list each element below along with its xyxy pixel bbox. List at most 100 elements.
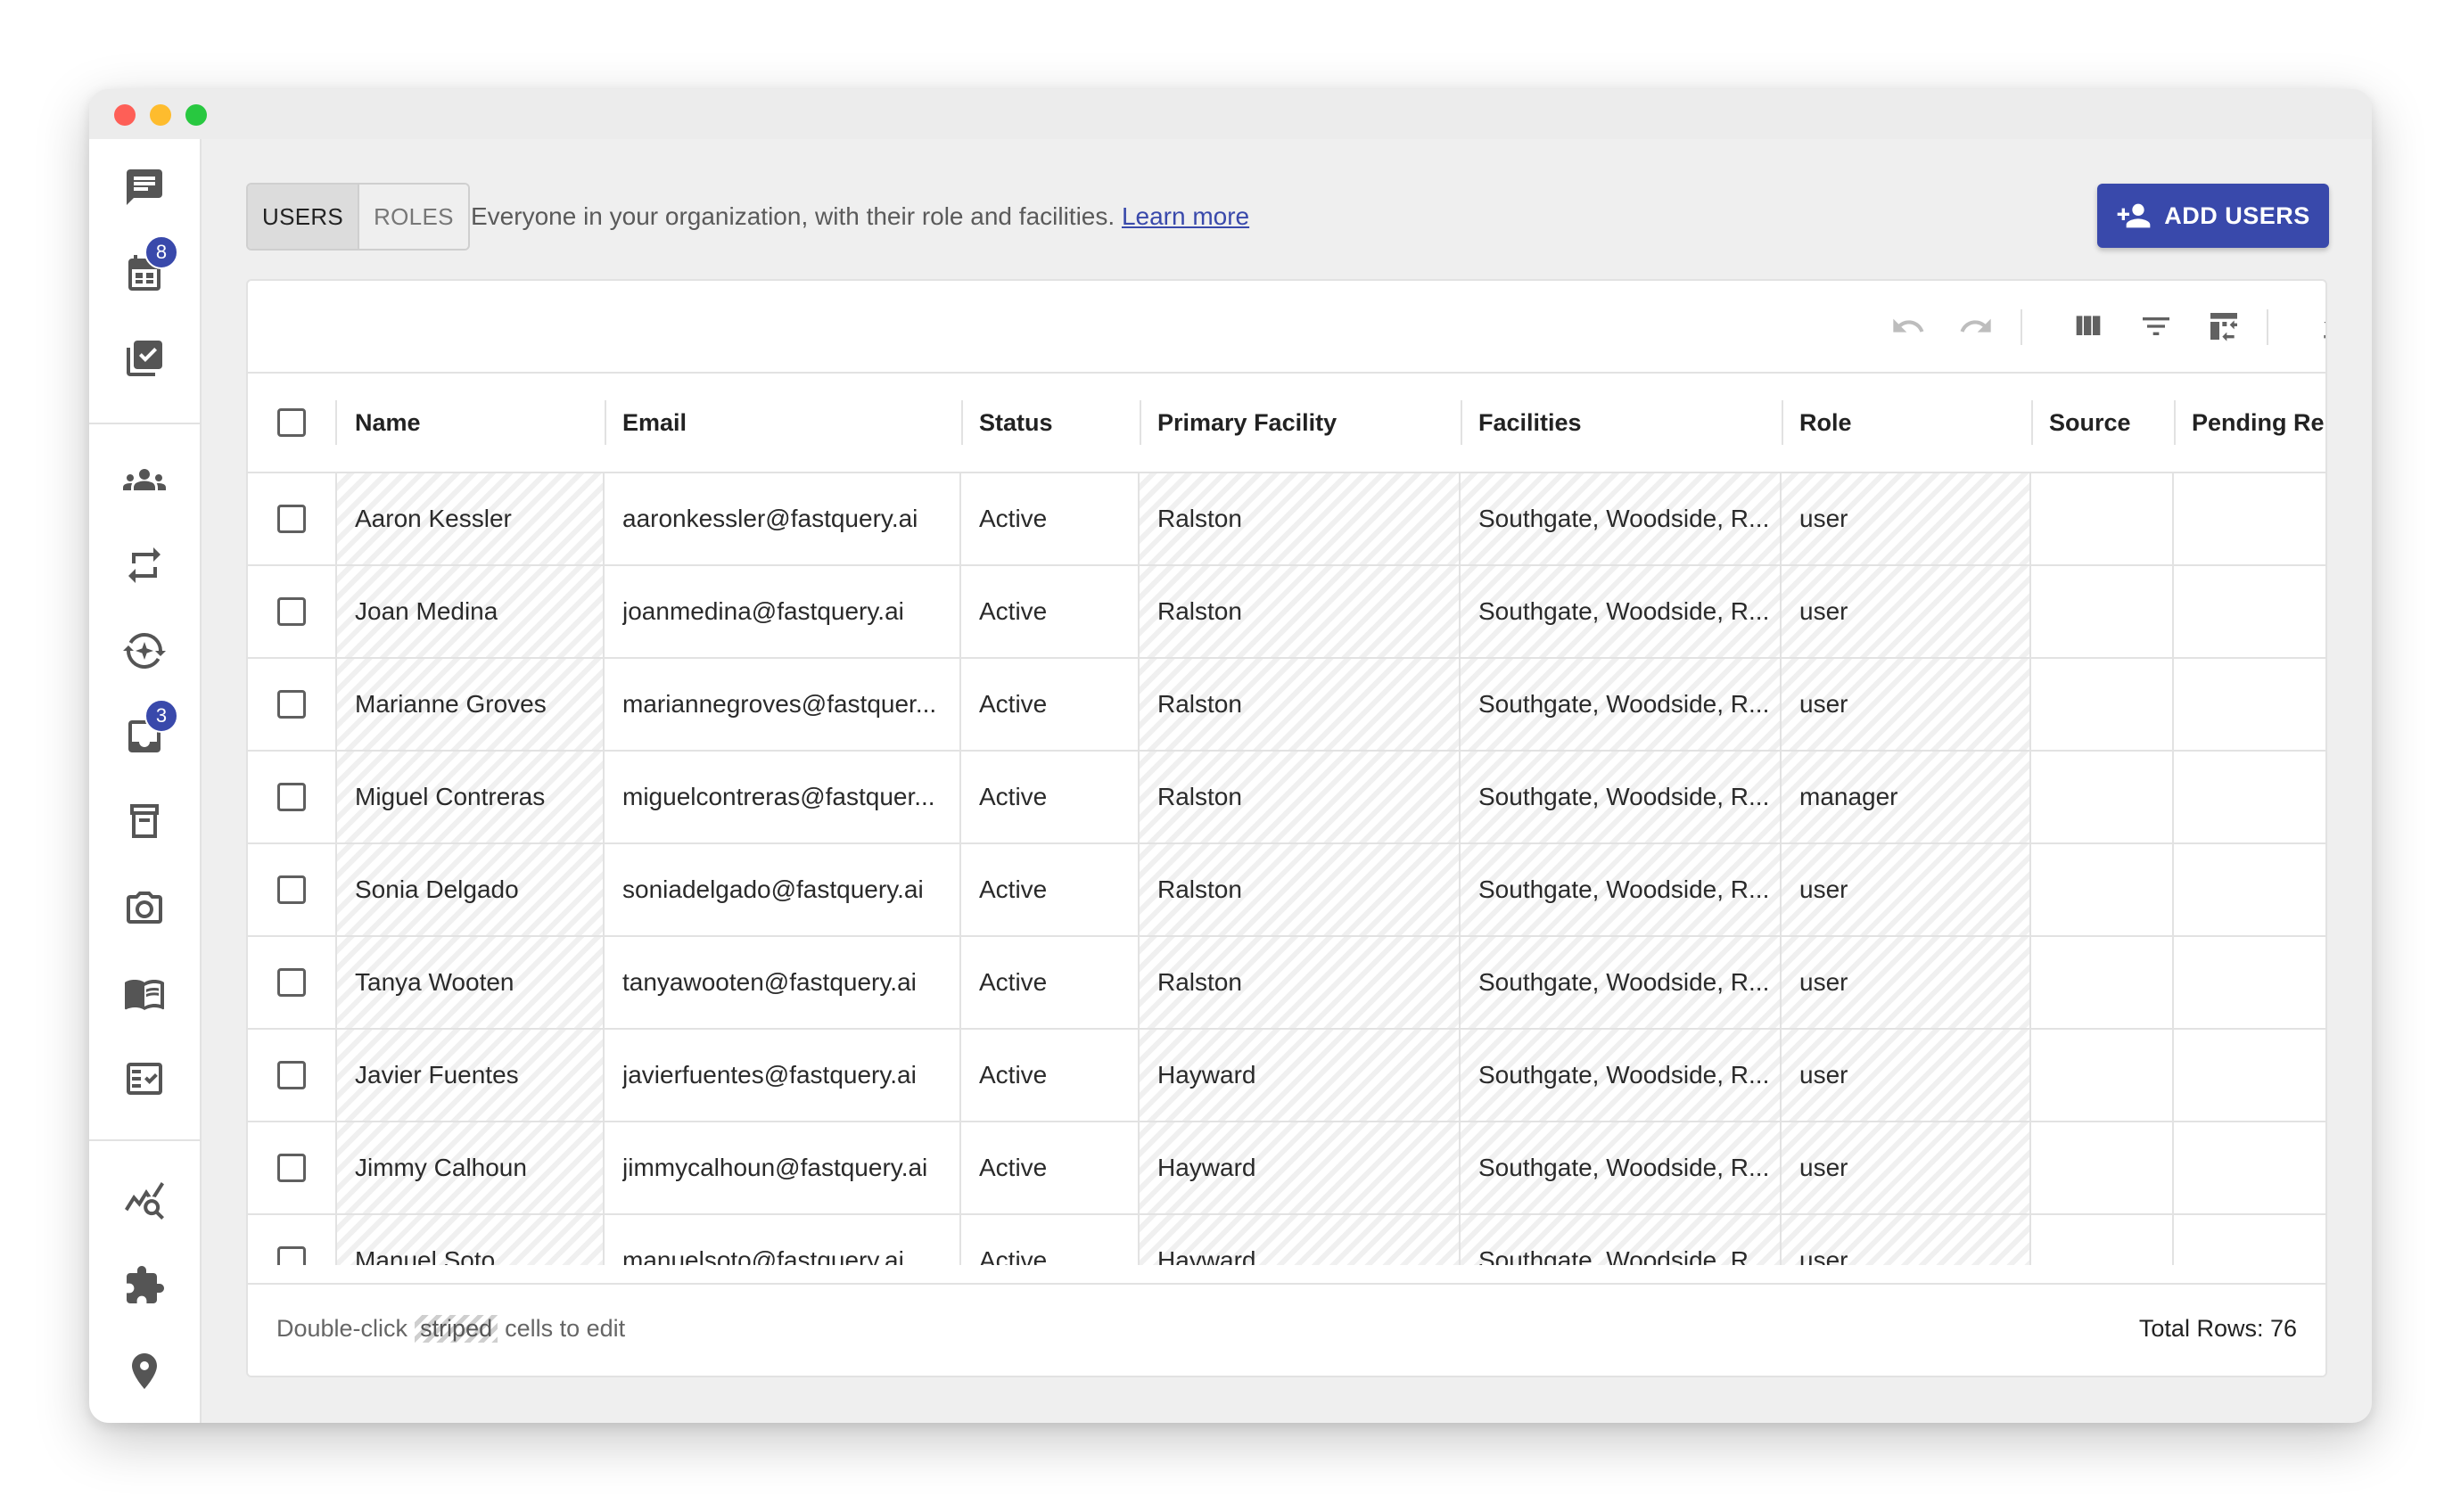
export-button[interactable] <box>2313 305 2325 348</box>
name-cell[interactable]: Miguel Contreras <box>337 752 605 842</box>
sidebar-item-extensions[interactable] <box>119 1261 169 1311</box>
sidebar-item-calendar[interactable]: 8 <box>119 235 178 298</box>
facilities-cell[interactable]: Southgate, Woodside, R... <box>1461 1030 1782 1121</box>
row-checkbox[interactable] <box>277 505 306 533</box>
description-text: Everyone in your organization, with thei… <box>471 202 1115 230</box>
sidebar-item-checklist[interactable] <box>119 1054 169 1104</box>
role-cell[interactable]: user <box>1782 937 2031 1028</box>
facilities-cell[interactable]: Southgate, Woodside, R... <box>1461 1215 1782 1265</box>
table-row[interactable]: Tanya Wooten tanyawooten@fastquery.ai Acti… <box>248 937 2325 1030</box>
column-header-source[interactable]: Source <box>2031 374 2174 472</box>
primary-facility-cell[interactable]: Ralston <box>1140 659 1461 750</box>
sidebar-item-sync[interactable] <box>119 540 169 590</box>
facilities-cell-text: Southgate, Woodside, R... <box>1478 1061 1770 1089</box>
table-row[interactable]: Marianne Groves mariannegroves@fastquer..… <box>248 659 2325 752</box>
name-cell[interactable]: Jimmy Calhoun <box>337 1122 605 1213</box>
sidebar-item-docs[interactable] <box>119 968 169 1018</box>
name-cell[interactable]: Javier Fuentes <box>337 1030 605 1121</box>
sidebar-item-archive[interactable] <box>119 797 169 847</box>
primary-facility-cell[interactable]: Ralston <box>1140 937 1461 1028</box>
learn-more-link[interactable]: Learn more <box>1122 202 1249 230</box>
sidebar-item-tasks[interactable] <box>119 333 169 383</box>
column-header-role[interactable]: Role <box>1782 374 2031 472</box>
undo-button[interactable] <box>1887 305 1930 348</box>
email-cell: jimmycalhoun@fastquery.ai <box>605 1122 961 1213</box>
row-checkbox[interactable] <box>277 1246 306 1265</box>
facilities-cell[interactable]: Southgate, Woodside, R... <box>1461 659 1782 750</box>
facilities-cell[interactable]: Southgate, Woodside, R... <box>1461 752 1782 842</box>
sidebar-item-users[interactable] <box>119 455 169 505</box>
facilities-cell[interactable]: Southgate, Woodside, R... <box>1461 473 1782 564</box>
role-cell[interactable]: manager <box>1782 752 2031 842</box>
sidebar-item-analytics[interactable] <box>119 1175 169 1225</box>
density-button[interactable] <box>2202 305 2245 348</box>
email-cell-text: jimmycalhoun@fastquery.ai <box>622 1154 928 1181</box>
role-cell[interactable]: user <box>1782 1122 2031 1213</box>
email-cell-text: aaronkessler@fastquery.ai <box>622 505 918 532</box>
name-cell[interactable]: Sonia Delgado <box>337 844 605 935</box>
tab-users[interactable]: USERS <box>248 185 360 249</box>
sidebar-item-inbox[interactable]: 3 <box>119 699 178 761</box>
primary-facility-cell[interactable]: Hayward <box>1140 1122 1461 1213</box>
name-cell[interactable]: Tanya Wooten <box>337 937 605 1028</box>
row-checkbox[interactable] <box>277 597 306 626</box>
column-header-status[interactable]: Status <box>961 374 1140 472</box>
name-cell[interactable]: Aaron Kessler <box>337 473 605 564</box>
role-cell[interactable]: user <box>1782 1215 2031 1265</box>
primary-facility-cell[interactable]: Ralston <box>1140 752 1461 842</box>
primary-facility-cell[interactable]: Hayward <box>1140 1030 1461 1121</box>
row-checkbox[interactable] <box>277 875 306 904</box>
filter-button[interactable] <box>2135 305 2177 348</box>
sidebar-item-camera[interactable] <box>119 883 169 933</box>
role-cell[interactable]: user <box>1782 566 2031 657</box>
table-row[interactable]: Sonia Delgado soniadelgado@fastquery.ai Ac… <box>248 844 2325 937</box>
tab-roles[interactable]: ROLES <box>359 185 468 249</box>
column-header-name[interactable]: Name <box>337 374 605 472</box>
primary-facility-cell[interactable]: Hayward <box>1140 1215 1461 1265</box>
table-header: Name Email Status Primary Facility Facil… <box>248 374 2325 473</box>
column-header-facilities[interactable]: Facilities <box>1461 374 1782 472</box>
primary-facility-cell[interactable]: Ralston <box>1140 844 1461 935</box>
column-header-pending[interactable]: Pending Rer <box>2174 374 2325 472</box>
table-row[interactable]: Aaron Kessler aaronkessler@fastquery.ai Ac… <box>248 473 2325 566</box>
column-header-primary-facility[interactable]: Primary Facility <box>1140 374 1461 472</box>
table-row[interactable]: Jimmy Calhoun jimmycalhoun@fastquery.ai Ac… <box>248 1122 2325 1215</box>
name-cell[interactable]: Manuel Soto <box>337 1215 605 1265</box>
row-checkbox[interactable] <box>277 968 306 997</box>
table-row[interactable]: Manuel Soto manuelsoto@fastquery.ai Active… <box>248 1215 2325 1265</box>
row-checkbox[interactable] <box>277 1154 306 1182</box>
row-checkbox[interactable] <box>277 783 306 811</box>
table-row[interactable]: Javier Fuentes javierfuentes@fastquery.ai… <box>248 1030 2325 1122</box>
role-cell[interactable]: user <box>1782 473 2031 564</box>
email-cell-text: manuelsoto@fastquery.ai <box>622 1246 904 1265</box>
facilities-cell-text: Southgate, Woodside, R... <box>1478 783 1770 810</box>
role-cell[interactable]: user <box>1782 659 2031 750</box>
select-all-checkbox[interactable] <box>277 408 306 437</box>
facilities-cell[interactable]: Southgate, Woodside, R... <box>1461 566 1782 657</box>
table-row[interactable]: Miguel Contreras miguelcontreras@fastquer… <box>248 752 2325 844</box>
name-cell[interactable]: Marianne Groves <box>337 659 605 750</box>
columns-button[interactable] <box>2067 305 2110 348</box>
column-header-email[interactable]: Email <box>605 374 961 472</box>
table-row[interactable]: Joan Medina joanmedina@fastquery.ai Active… <box>248 566 2325 659</box>
role-cell[interactable]: user <box>1782 1030 2031 1121</box>
maximize-window-button[interactable] <box>185 104 207 126</box>
primary-facility-cell-text: Ralston <box>1157 783 1242 810</box>
role-cell-text: manager <box>1799 783 1898 810</box>
redo-button[interactable] <box>1955 305 1997 348</box>
sidebar-item-ai[interactable] <box>119 626 169 676</box>
facilities-cell[interactable]: Southgate, Woodside, R... <box>1461 937 1782 1028</box>
primary-facility-cell[interactable]: Ralston <box>1140 566 1461 657</box>
role-cell[interactable]: user <box>1782 844 2031 935</box>
add-users-button[interactable]: ADD USERS <box>2097 184 2329 248</box>
minimize-window-button[interactable] <box>150 104 171 126</box>
row-checkbox[interactable] <box>277 1061 306 1089</box>
facilities-cell[interactable]: Southgate, Woodside, R... <box>1461 844 1782 935</box>
name-cell[interactable]: Joan Medina <box>337 566 605 657</box>
sidebar-item-chat[interactable] <box>119 162 169 212</box>
close-window-button[interactable] <box>114 104 136 126</box>
facilities-cell[interactable]: Southgate, Woodside, R... <box>1461 1122 1782 1213</box>
primary-facility-cell[interactable]: Ralston <box>1140 473 1461 564</box>
row-checkbox[interactable] <box>277 690 306 719</box>
sidebar-item-locations[interactable] <box>119 1346 169 1396</box>
